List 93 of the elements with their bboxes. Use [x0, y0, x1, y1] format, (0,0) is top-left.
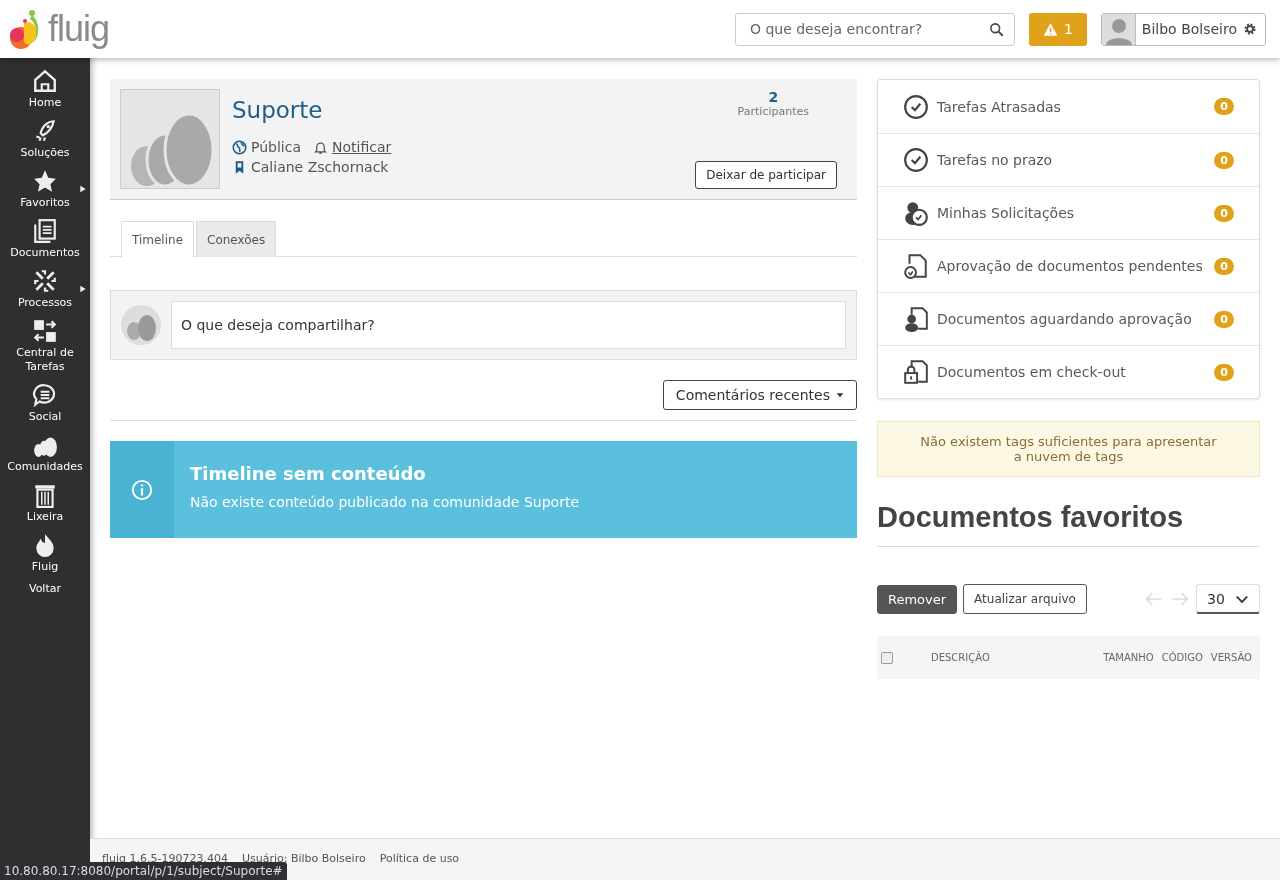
update-file-button[interactable]: Atualizar arquivo	[963, 584, 1087, 614]
warning-icon	[1042, 21, 1058, 37]
count-badge: 0	[1214, 204, 1234, 222]
select-all-checkbox[interactable]	[881, 651, 893, 664]
nav-label: Voltar	[28, 582, 61, 596]
home-icon	[32, 68, 58, 94]
nav-item[interactable]: Comunidades	[0, 432, 90, 474]
participants-count: 2	[768, 89, 779, 105]
search-box[interactable]: O que deseja encontrar?	[734, 12, 1015, 46]
column-header: VERSÃO	[1209, 652, 1253, 663]
document-lock-icon	[903, 359, 929, 385]
count-badge: 0	[1214, 363, 1234, 381]
task-row[interactable]: Documentos em check-out 0	[878, 345, 1259, 398]
nav-item[interactable]: Central de Tarefas	[0, 318, 90, 374]
document-person-icon	[903, 306, 929, 332]
document-check-icon	[903, 253, 929, 279]
task-row[interactable]: Aprovação de documentos pendentes 0	[878, 239, 1259, 292]
policy-link[interactable]: Política de uso	[379, 852, 460, 865]
owner-name: Caliane Zschornack	[251, 158, 389, 177]
nav-item[interactable]: Documentos	[0, 218, 90, 260]
leave-button[interactable]: Deixar de participar	[695, 161, 837, 189]
alert-message: Não existe conteúdo publicado na comunidade Suporte	[190, 494, 579, 510]
user-text: Usuário: Bilbo Bolseiro	[241, 852, 366, 865]
nav-label: Documentos	[10, 246, 80, 260]
nav-label: Processos	[17, 296, 73, 310]
tag-cloud-notice: Não existem tags suficientes para apresentar a nuvem de tags	[877, 421, 1260, 477]
nav-label: Lixeira	[26, 510, 64, 524]
task-label: Documentos em check-out	[937, 364, 1127, 380]
avatar	[1101, 13, 1136, 45]
avatar	[121, 305, 161, 345]
caret-icon	[836, 391, 844, 399]
participants-label: Participantes	[737, 105, 809, 118]
nav-label: Central de Tarefas	[15, 346, 75, 374]
column-header: DESCRIÇÃO	[930, 652, 991, 663]
sort-dropdown[interactable]: Comentários recentes	[662, 380, 857, 410]
task-row[interactable]: Documentos aguardando aprovação 0	[878, 292, 1259, 345]
page-size-select[interactable]: 30	[1196, 584, 1260, 614]
task-label: Tarefas no prazo	[937, 152, 1054, 168]
task-label: Aprovação de documentos pendentes	[937, 258, 1204, 274]
count-badge: 0	[1214, 98, 1234, 115]
task-label: Minhas Solicitações	[937, 205, 1076, 221]
column-header: TAMANHO	[1102, 652, 1155, 663]
nav-item[interactable]: Voltar	[0, 582, 90, 596]
transfer-icon	[32, 318, 58, 344]
column-header: CÓDIGO	[1160, 652, 1204, 663]
nav-item[interactable]: Soluções	[0, 118, 90, 160]
tab[interactable]: Timeline	[121, 221, 195, 258]
status-url: 10.80.80.17:8080/portal/p/1/subject/Suporte#	[0, 862, 287, 880]
chat-icon	[32, 382, 58, 408]
logo-text: fluig	[48, 8, 110, 50]
clock-check-icon	[903, 93, 929, 120]
caret-icon	[79, 284, 87, 294]
alert-title: Timeline sem conteúdo	[190, 463, 427, 484]
trash-icon	[32, 482, 58, 508]
nav-label: Soluções	[20, 146, 70, 160]
task-label: Documentos aguardando aprovação	[937, 311, 1193, 327]
community-name: Suporte	[232, 97, 324, 123]
globe-icon	[232, 139, 247, 155]
arrows-icon	[32, 268, 58, 294]
nav-label: Fluig	[31, 560, 59, 574]
tab[interactable]: Conexões	[196, 221, 277, 257]
task-label: Tarefas Atrasadas	[937, 98, 1062, 115]
bell-icon	[313, 139, 328, 155]
task-row[interactable]: Tarefas no prazo 0	[878, 133, 1259, 186]
star-icon	[32, 168, 58, 194]
count-badge: 0	[1214, 151, 1234, 169]
nav-item[interactable]: Social	[0, 382, 90, 424]
nav-label: Favoritos	[20, 196, 70, 210]
nav-item[interactable]: Lixeira	[0, 482, 90, 524]
info-icon	[131, 478, 153, 501]
caret-icon	[79, 184, 87, 194]
visibility-label: Pública	[251, 138, 301, 157]
nav-item[interactable]: Home	[0, 68, 90, 110]
person-clock-icon	[903, 200, 929, 226]
nav-item[interactable]: Fluig	[0, 532, 90, 574]
task-row[interactable]: Minhas Solicitações 0	[878, 186, 1259, 239]
clock-check-icon	[903, 147, 929, 173]
user-menu-button[interactable]: Bilbo Bolseiro	[1100, 12, 1266, 46]
count-badge: 0	[1214, 310, 1234, 328]
nav-label: Social	[28, 410, 62, 424]
search-icon	[988, 21, 1004, 37]
task-row[interactable]: Tarefas Atrasadas 0	[878, 80, 1259, 133]
nav-label: Home	[28, 96, 62, 110]
documents-icon	[32, 218, 58, 244]
nav-item[interactable]: Processos	[0, 268, 90, 310]
notify-link[interactable]: Notificar	[332, 137, 392, 157]
nav-label: Comunidades	[7, 460, 83, 474]
post-field[interactable]: O que deseja compartilhar?	[171, 301, 846, 349]
count-badge: 0	[1214, 257, 1234, 275]
section-title: Documentos favoritos	[877, 477, 1260, 547]
settings-icon	[1243, 22, 1257, 36]
nav-item[interactable]: Favoritos	[0, 168, 90, 210]
remove-button[interactable]: Remover	[877, 584, 958, 614]
